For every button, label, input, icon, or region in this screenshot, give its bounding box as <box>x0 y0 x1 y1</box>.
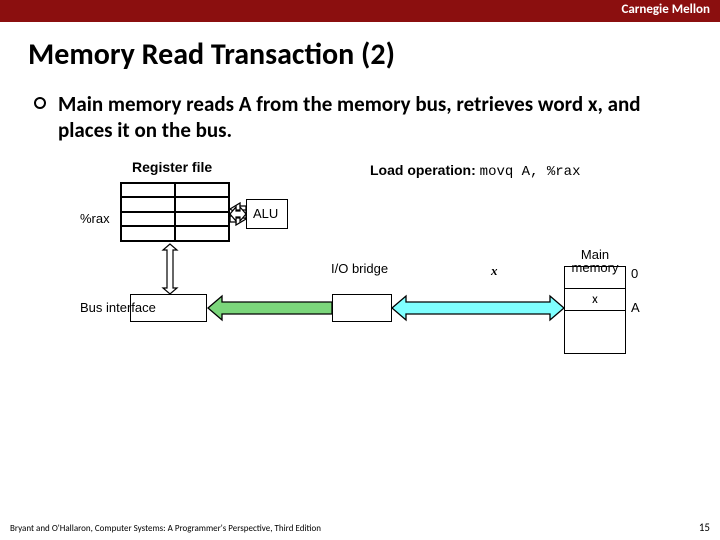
alu-label: ALU <box>253 206 278 221</box>
register-file-box <box>120 182 230 242</box>
diagram: Register file Load operation: movq A, %r… <box>0 154 720 374</box>
slide-footer: Bryant and O'Hallaron, Computer Systems:… <box>10 523 710 534</box>
load-op-code: movq A, %rax <box>480 164 581 180</box>
memory-addr-a: A <box>631 300 640 315</box>
bullet-text: Main memory reads A from the memory bus,… <box>58 91 680 144</box>
main-memory-box: x <box>564 266 626 354</box>
memory-addr-0: 0 <box>631 266 638 281</box>
load-op-prefix: Load operation: <box>370 162 476 178</box>
bus-interface-label: Bus interface <box>80 300 156 315</box>
slide-top-bar: Carnegie Mellon <box>0 0 720 22</box>
rax-label: %rax <box>80 211 110 226</box>
slide-title: Memory Read Transaction (2) <box>28 36 720 73</box>
x-on-bus-label: x <box>491 263 498 279</box>
page-number: 15 <box>699 521 710 534</box>
memory-cell-x: x <box>565 289 625 311</box>
io-bridge-box <box>332 294 392 322</box>
register-file-label: Register file <box>132 159 212 175</box>
load-operation-label: Load operation: movq A, %rax <box>370 162 581 180</box>
brand-label: Carnegie Mellon <box>621 2 710 17</box>
bullet-item: Main memory reads A from the memory bus,… <box>34 91 680 144</box>
footer-citation: Bryant and O'Hallaron, Computer Systems:… <box>10 523 321 534</box>
bullet-icon <box>34 97 46 109</box>
io-bridge-label: I/O bridge <box>331 261 388 276</box>
